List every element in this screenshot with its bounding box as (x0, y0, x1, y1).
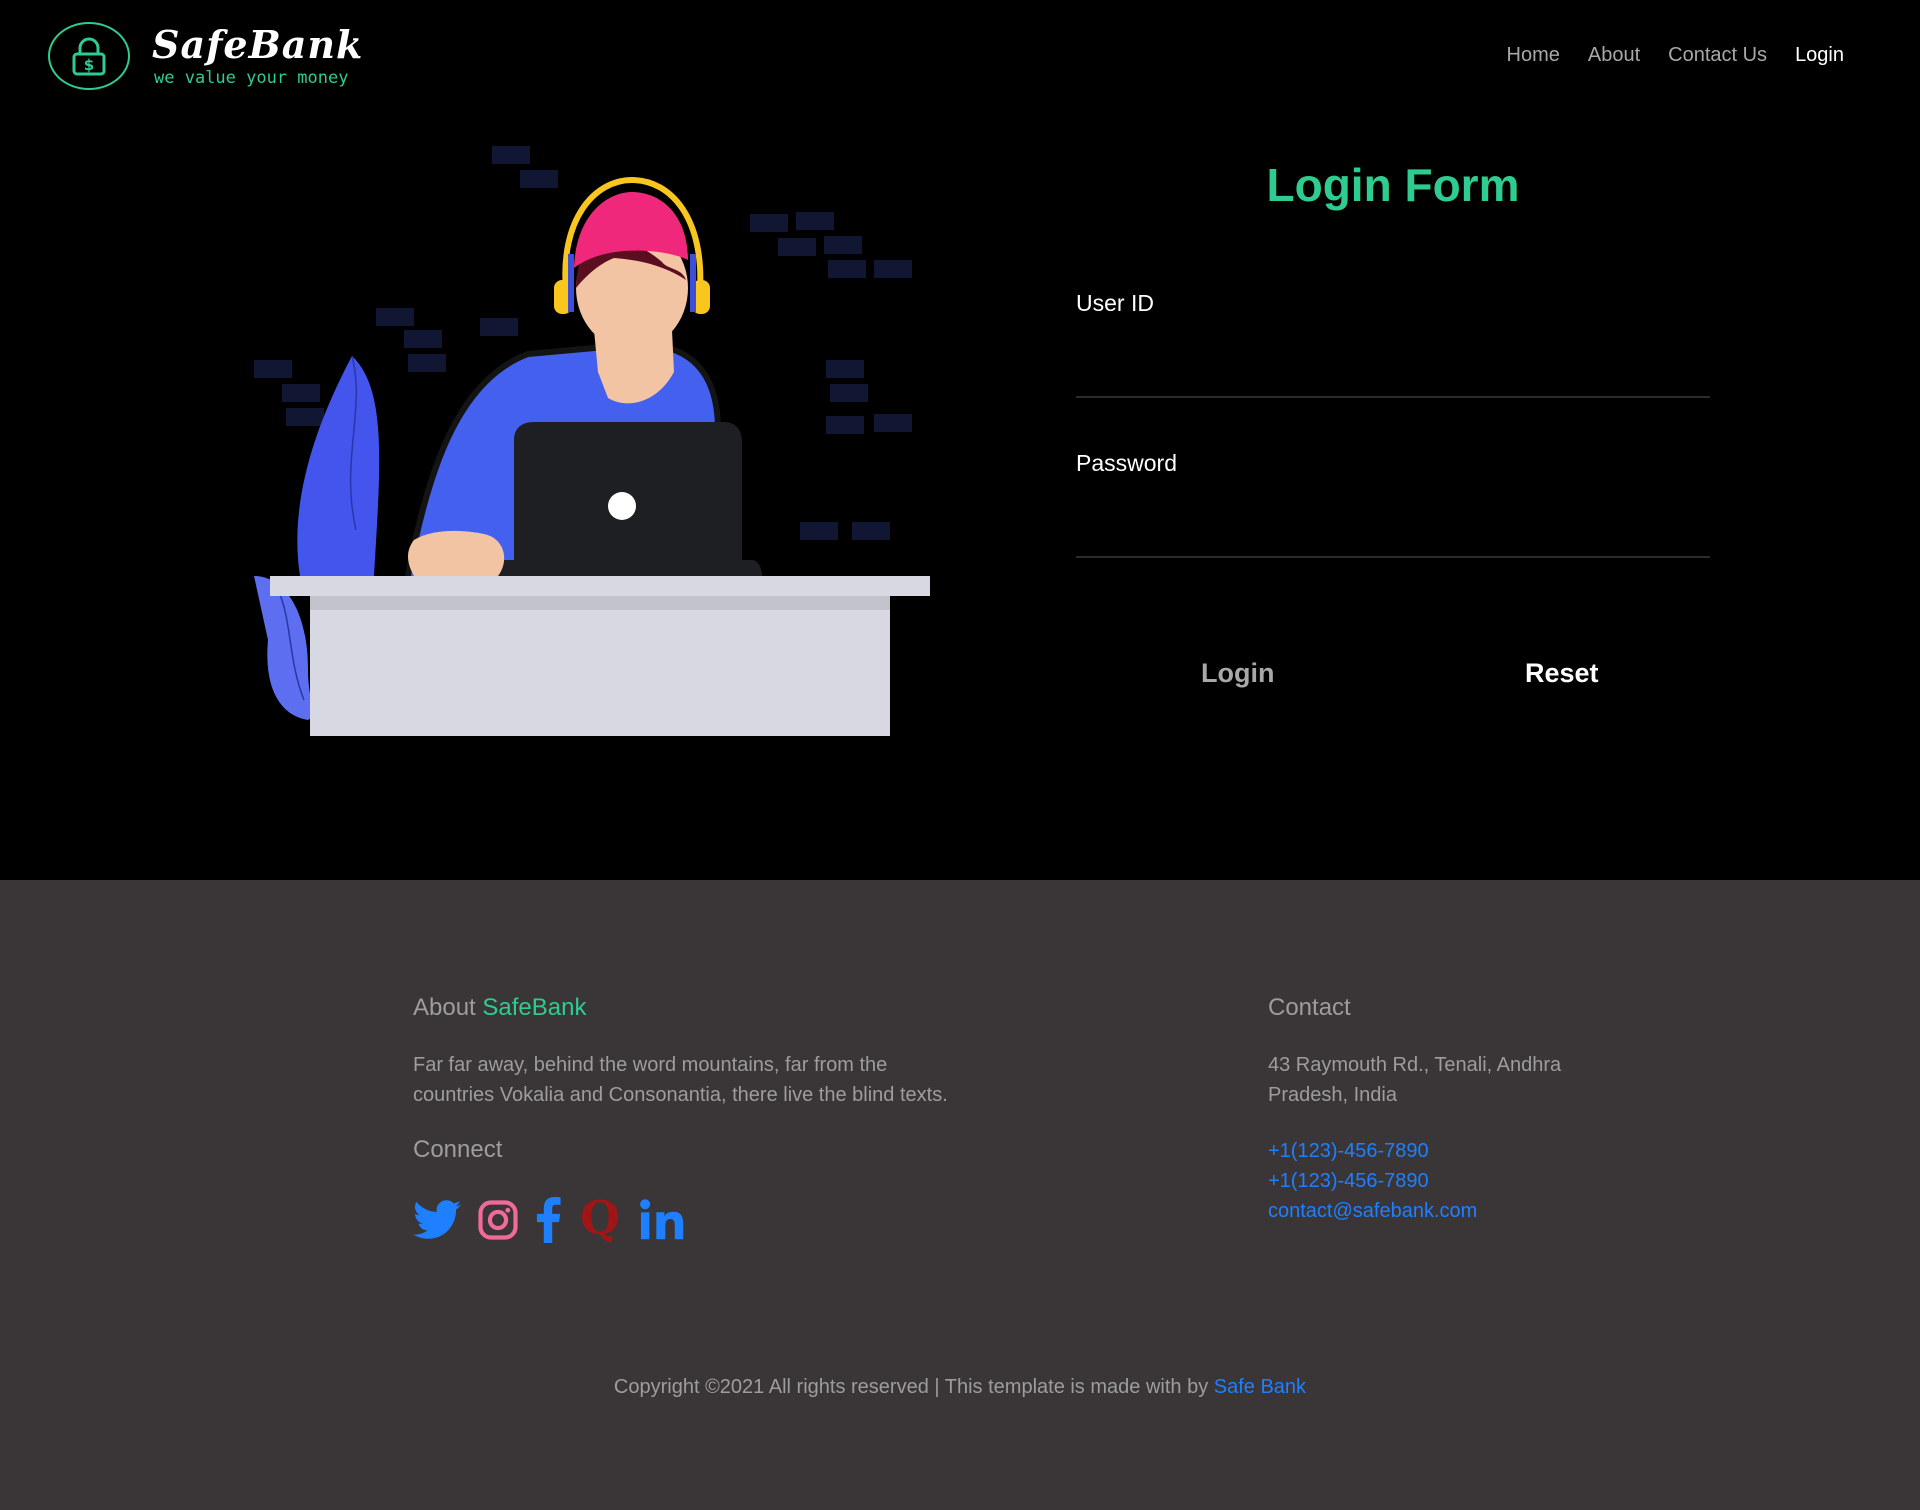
copyright-line: Copyright ©2021 All rights reserved | Th… (0, 1376, 1920, 1399)
contact-heading: Contact (1268, 994, 1351, 1021)
nav-contact-us[interactable]: Contact Us (1668, 44, 1767, 67)
login-form: Login Form User ID Password Login Reset (1076, 150, 1710, 688)
twitter-icon[interactable] (413, 1199, 461, 1241)
footer-contact-column: Contact 43 Raymouth Rd., Tenali, Andhra … (1268, 992, 1628, 1226)
main-nav: Home About Contact Us Login (1479, 44, 1845, 67)
brand-name: SafeBank (152, 22, 364, 67)
form-title: Login Form (1266, 159, 1520, 211)
nav-about[interactable]: About (1588, 44, 1640, 67)
about-heading-brand: SafeBank (482, 994, 587, 1021)
quora-icon[interactable]: Q (577, 1194, 623, 1246)
copyright-text: Copyright ©2021 All rights reserved | Th… (613, 1376, 1209, 1398)
site-header: $ SafeBank we value your money Home Abou… (0, 0, 1920, 120)
phone-link-2[interactable]: +1(123)-456-7890 (1268, 1166, 1628, 1196)
site-footer: About SafeBank Far far away, behind the … (0, 880, 1920, 1510)
social-links: Q (413, 1192, 973, 1248)
user-id-label: User ID (1076, 290, 1154, 316)
brand-logo[interactable]: $ SafeBank we value your money (48, 22, 362, 98)
phone-link-1[interactable]: +1(123)-456-7890 (1268, 1136, 1628, 1166)
email-link[interactable]: contact@safebank.com (1268, 1196, 1628, 1226)
contact-links: +1(123)-456-7890 +1(123)-456-7890 contac… (1268, 1136, 1628, 1226)
form-buttons: Login Reset (1076, 658, 1710, 708)
facebook-icon[interactable] (535, 1197, 561, 1243)
footer-about-column: About SafeBank Far far away, behind the … (413, 992, 973, 1248)
instagram-icon[interactable] (477, 1199, 519, 1241)
svg-text:$: $ (84, 56, 94, 74)
password-label: Password (1076, 450, 1177, 476)
linkedin-icon[interactable] (639, 1198, 689, 1242)
lock-badge-icon: $ (48, 22, 130, 90)
password-input[interactable] (1076, 508, 1710, 558)
copyright-link[interactable]: Safe Bank (1214, 1376, 1306, 1398)
nav-home[interactable]: Home (1507, 44, 1560, 67)
svg-text:Q: Q (580, 1194, 620, 1244)
page: $ SafeBank we value your money Home Abou… (0, 0, 1920, 1510)
hero-illustration (248, 140, 938, 740)
login-button[interactable]: Login (1201, 658, 1274, 689)
brand-tagline: we value your money (154, 68, 349, 88)
about-heading: About SafeBank (413, 992, 973, 1024)
about-heading-prefix: About (413, 994, 476, 1021)
person-at-laptop-illustration (254, 146, 930, 736)
reset-button[interactable]: Reset (1525, 658, 1599, 689)
contact-address: 43 Raymouth Rd., Tenali, Andhra Pradesh,… (1268, 1054, 1562, 1106)
connect-heading: Connect (413, 1136, 503, 1163)
nav-login[interactable]: Login (1795, 44, 1844, 67)
about-text: Far far away, behind the word mountains,… (413, 1054, 948, 1106)
user-id-input[interactable] (1076, 348, 1710, 398)
